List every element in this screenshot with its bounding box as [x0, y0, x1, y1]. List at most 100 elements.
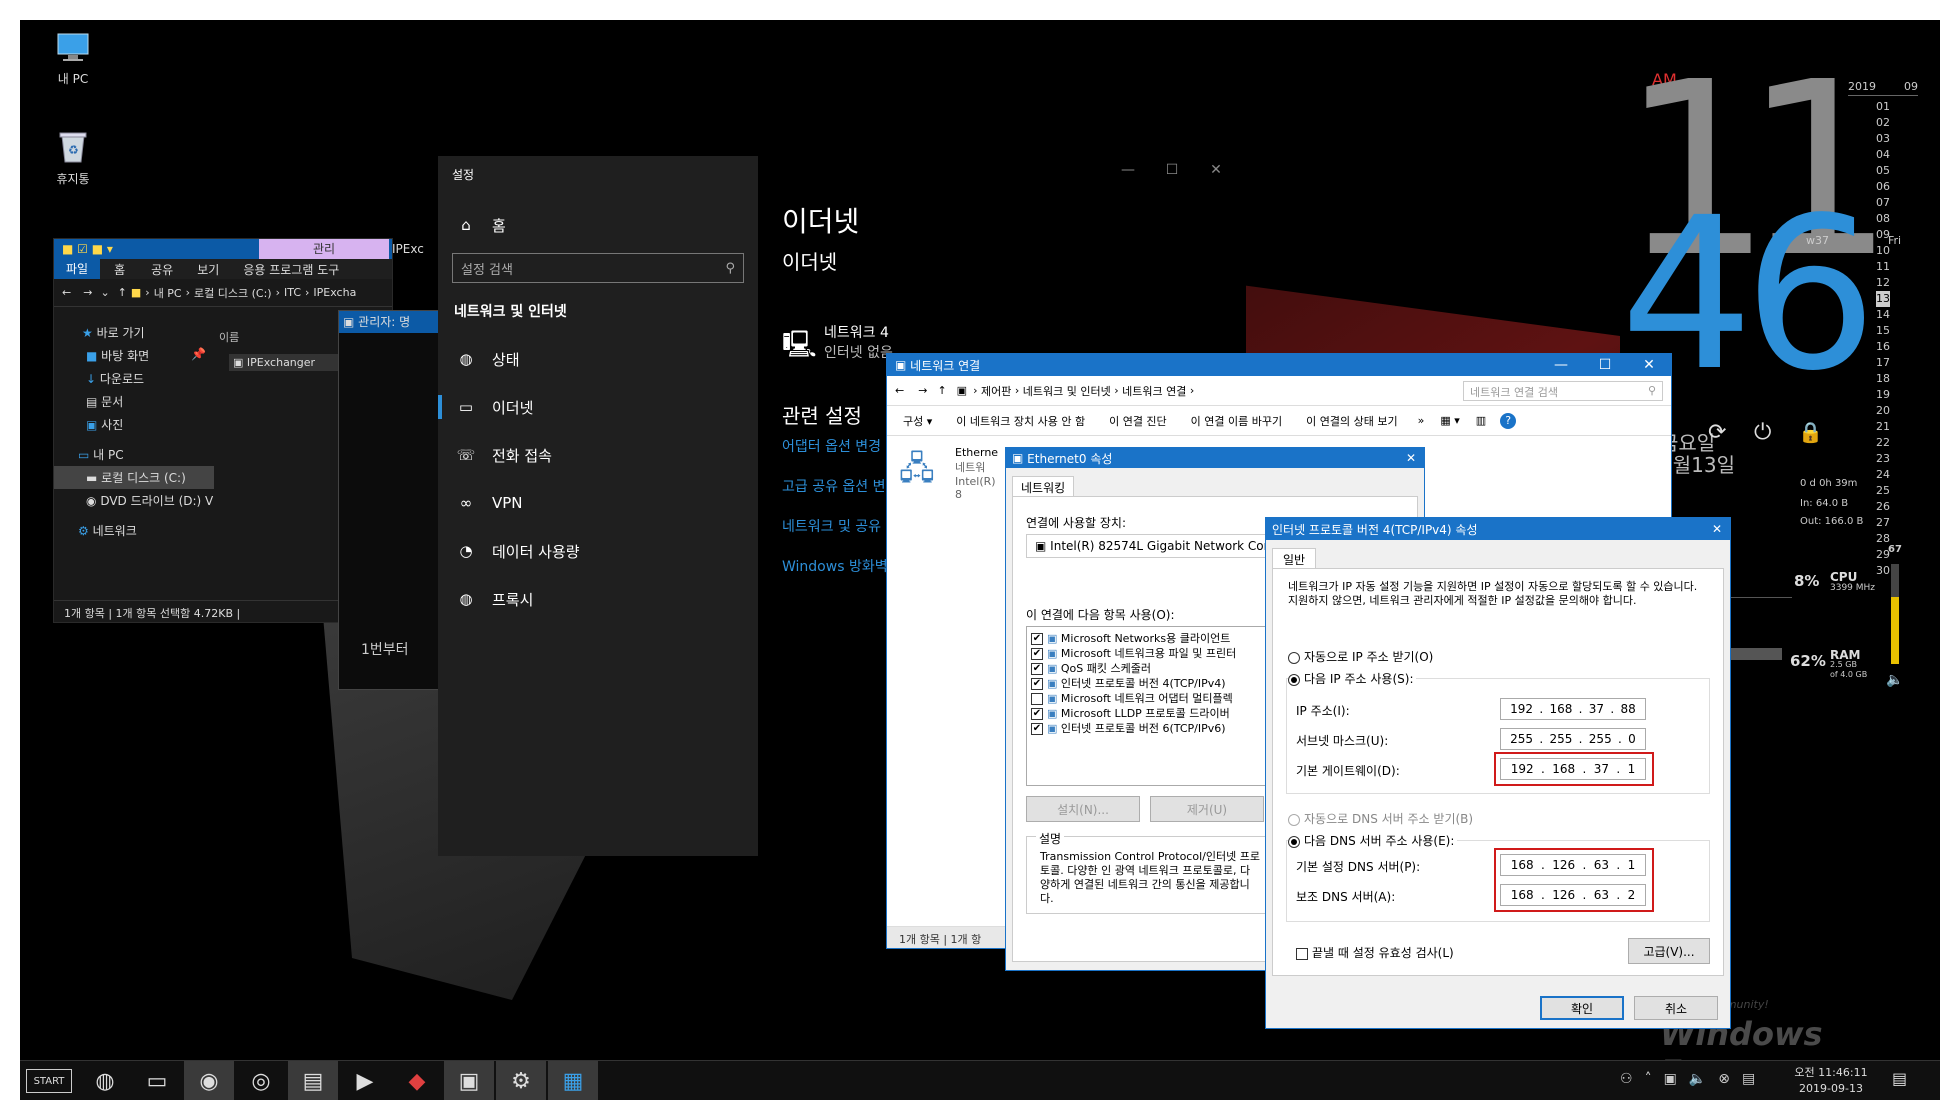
help-icon[interactable]: ?	[1500, 412, 1517, 429]
tray-clock[interactable]: 오전 11:46:11 2019-09-13	[1786, 1065, 1876, 1097]
nav-documents[interactable]: ▤ 문서	[54, 390, 214, 413]
settings-nav-item[interactable]: ◍ 프록시	[438, 575, 758, 623]
breadcrumb-item[interactable]: 로컬 디스크 (C:)	[194, 285, 272, 301]
browser-icon[interactable]: ◍	[80, 1061, 130, 1100]
maximize-button[interactable]: ☐	[1150, 162, 1194, 178]
ribbon-tab-app-tools[interactable]: 응용 프로그램 도구	[231, 261, 351, 278]
auto-ip-radio[interactable]: 자동으로 IP 주소 받기(O)	[1288, 648, 1433, 665]
breadcrumb-item[interactable]: ITC	[284, 286, 301, 299]
speaker-icon[interactable]: 🔈	[1886, 672, 1903, 688]
tab-networking[interactable]: 네트워킹	[1012, 476, 1075, 498]
nav-network[interactable]: ⚙ 네트워크	[54, 512, 214, 542]
toolbar-status[interactable]: 이 연결의 상태 보기	[1294, 413, 1409, 429]
antivirus-icon[interactable]: ⊗	[1718, 1071, 1730, 1087]
link-adapter-options[interactable]: 어댑터 옵션 변경	[782, 436, 881, 456]
settings-nav-item[interactable]: ☏ 전화 접속	[438, 431, 758, 479]
globe-icon[interactable]: ◎	[236, 1061, 286, 1100]
forward-icon[interactable]: →	[79, 286, 96, 299]
maximize-button[interactable]: ☐	[1583, 357, 1627, 373]
speaker-icon[interactable]: 🔈	[1689, 1071, 1706, 1087]
settings-nav-item[interactable]: ◍ 상태	[438, 335, 758, 383]
link-sharing-options[interactable]: 고급 공유 옵션 변	[782, 476, 886, 496]
remove-button[interactable]: 제거(U)	[1150, 796, 1264, 822]
breadcrumb-item[interactable]: 네트워크 연결	[1122, 383, 1186, 399]
chevron-up-icon[interactable]: ˄	[1645, 1071, 1652, 1087]
ime-icon[interactable]: ▤	[1742, 1071, 1755, 1087]
app-icon[interactable]: ◆	[392, 1061, 442, 1100]
ip-address-field[interactable]: 192. 168. 37. 88	[1500, 698, 1646, 720]
link-network-sharing[interactable]: 네트워크 및 공유	[782, 516, 881, 536]
toolbar-more[interactable]: »	[1410, 414, 1433, 427]
auto-dns-radio[interactable]: 자동으로 DNS 서버 주소 받기(B)	[1288, 810, 1473, 827]
minimize-button[interactable]: —	[1106, 162, 1150, 178]
nav-desktop[interactable]: ■ 바탕 화면 📌	[54, 344, 214, 367]
media-player-icon[interactable]: ▶	[340, 1061, 390, 1100]
file-item[interactable]: ▣ IPExchanger	[229, 354, 349, 371]
manual-ip-radio[interactable]: 다음 IP 주소 사용(S):	[1288, 670, 1417, 687]
cancel-button[interactable]: 취소	[1634, 996, 1718, 1020]
checkbox-icon[interactable]	[1031, 693, 1043, 705]
ribbon-tab-share[interactable]: 공유	[139, 261, 185, 278]
lock-icon[interactable]: 🔒	[1798, 420, 1823, 444]
connection-item[interactable]: 🖧 Etherne 네트워 Intel(R) 8	[899, 446, 999, 501]
network-connections-icon[interactable]: ▦	[548, 1061, 598, 1100]
validate-checkbox[interactable]: 끝낼 때 설정 유효성 검사(L)	[1296, 944, 1454, 961]
ribbon-tab-view[interactable]: 보기	[185, 261, 231, 278]
breadcrumb-item[interactable]: 내 PC	[154, 285, 182, 301]
settings-nav-item[interactable]: ∞ VPN	[438, 479, 758, 527]
nav-quick-access[interactable]: ★ 바로 가기	[54, 321, 214, 344]
minimize-button[interactable]: —	[1539, 357, 1583, 373]
toolbar-rename[interactable]: 이 연결 이름 바꾸기	[1179, 413, 1294, 429]
gear-icon[interactable]: ⚙	[496, 1061, 546, 1100]
up-icon[interactable]: ↑	[933, 384, 950, 397]
tab-general[interactable]: 일반	[1272, 548, 1317, 570]
power-icon[interactable]: ⏻	[1754, 420, 1771, 445]
toolbar-diagnose[interactable]: 이 연결 진단	[1097, 413, 1179, 429]
up-icon[interactable]: ↑	[114, 286, 131, 299]
nav-downloads[interactable]: ↓ 다운로드	[54, 367, 214, 390]
ok-button[interactable]: 확인	[1540, 996, 1624, 1020]
checkbox-icon[interactable]: ✔	[1031, 663, 1043, 675]
context-tab-manage[interactable]: 관리	[259, 239, 389, 259]
desktop-icon-recycle-bin[interactable]: ♻ 휴지통	[38, 128, 108, 187]
ribbon-tab-home[interactable]: 홈	[100, 261, 139, 278]
close-button[interactable]: ✕	[1406, 451, 1416, 465]
chevron-down-icon[interactable]: ⌄	[96, 286, 113, 299]
column-header-name[interactable]: 이름	[219, 329, 239, 345]
subnet-mask-field[interactable]: 255. 255. 255. 0	[1500, 728, 1646, 750]
user-icon[interactable]: ⚇	[1620, 1071, 1633, 1087]
nav-local-disk[interactable]: ▬ 로컬 디스크 (C:)	[54, 466, 214, 489]
toolbar-organize[interactable]: 구성 ▾	[895, 413, 944, 429]
disc-icon[interactable]: ◉	[184, 1061, 234, 1100]
back-icon[interactable]: ←	[887, 384, 912, 397]
checkbox-icon[interactable]: ✔	[1031, 723, 1043, 735]
nav-this-pc[interactable]: ▭ 내 PC	[54, 436, 214, 466]
close-button[interactable]: ✕	[1194, 162, 1238, 178]
toolbar-disable[interactable]: 이 네트워크 장치 사용 안 함	[944, 413, 1097, 429]
breadcrumb-item[interactable]: IPExcha	[313, 286, 356, 299]
close-button[interactable]: ✕	[1627, 357, 1671, 373]
settings-home[interactable]: ⌂ 홈	[438, 201, 758, 249]
forward-icon[interactable]: →	[912, 384, 933, 397]
explorer-icon[interactable]: ▤	[288, 1061, 338, 1100]
window-icon[interactable]: ▭	[132, 1061, 182, 1100]
restart-icon[interactable]: ⟳	[1708, 420, 1726, 445]
adapter-name[interactable]: 네트워크 4	[824, 322, 889, 342]
settings-search-input[interactable]: 설정 검색 ⚲	[452, 253, 744, 283]
terminal-icon[interactable]: ▣	[444, 1061, 494, 1100]
checkbox-icon[interactable]: ✔	[1031, 633, 1043, 645]
breadcrumb-item[interactable]: 제어판	[981, 383, 1011, 399]
nav-dvd[interactable]: ◉ DVD 드라이브 (D:) V	[54, 489, 214, 512]
advanced-button[interactable]: 고급(V)...	[1628, 938, 1710, 964]
checkbox-icon[interactable]: ✔	[1031, 678, 1043, 690]
preview-pane-icon[interactable]: ▥	[1468, 414, 1494, 427]
notification-icon[interactable]: ▤	[1892, 1069, 1907, 1088]
link-firewall[interactable]: Windows 방화벽	[782, 556, 888, 576]
settings-nav-item[interactable]: ◔ 데이터 사용량	[438, 527, 758, 575]
checkbox-icon[interactable]: ✔	[1031, 648, 1043, 660]
manual-dns-radio[interactable]: 다음 DNS 서버 주소 사용(E):	[1288, 832, 1458, 849]
install-button[interactable]: 설치(N)...	[1026, 796, 1140, 822]
network-icon[interactable]: ▣	[1664, 1071, 1677, 1087]
ribbon-tab-file[interactable]: 파일	[54, 259, 101, 279]
settings-nav-item[interactable]: ▭ 이더넷	[438, 383, 758, 431]
